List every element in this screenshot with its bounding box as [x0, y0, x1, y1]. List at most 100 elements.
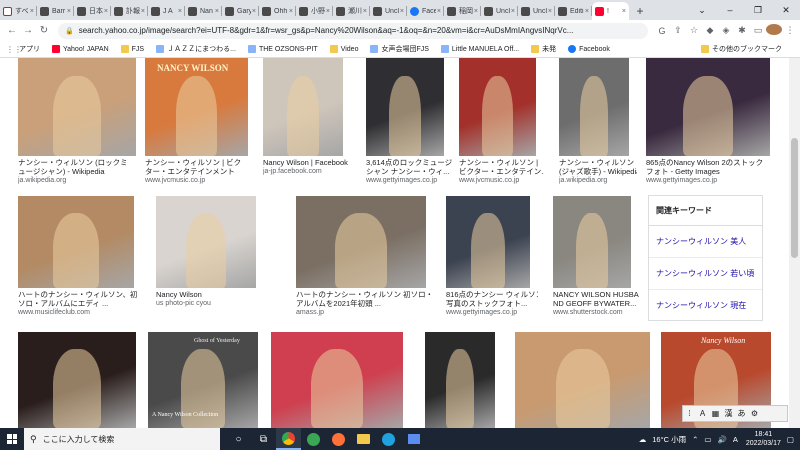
result-thumbnail[interactable]: [446, 196, 530, 288]
image-result-card[interactable]: 865点のNancy Wilson 2のストック フォト - Getty Imag…: [646, 58, 780, 186]
image-result-card[interactable]: ハートのナンシー・ウィルソン 初ソロ・ アルバムを2021年初頭 ... amass…: [296, 196, 436, 318]
tab-close-icon[interactable]: ×: [67, 8, 71, 15]
back-arrow-icon[interactable]: ←: [4, 25, 20, 36]
browser-tab[interactable]: Editi ×: [555, 2, 592, 20]
tab-close-icon[interactable]: ×: [326, 8, 330, 15]
browser-tab[interactable]: Barr ×: [37, 2, 74, 20]
browser-tab[interactable]: 小野 ×: [296, 2, 333, 20]
ime-kana-button[interactable]: あ: [735, 408, 748, 419]
tab-close-icon[interactable]: ×: [548, 8, 552, 15]
result-source[interactable]: www.gettyimages.co.jp: [366, 176, 452, 185]
file-explorer-icon[interactable]: [351, 428, 376, 450]
image-result-card[interactable]: [515, 332, 660, 428]
ime-mode-button[interactable]: A: [696, 409, 709, 418]
result-thumbnail[interactable]: [18, 58, 136, 156]
image-result-card[interactable]: 816点のナンシー ウィルソン 写真のストックフォト... www.gettyima…: [446, 196, 540, 318]
bookmark-item[interactable]: Little MANUELA Off...: [440, 45, 519, 53]
result-source[interactable]: us photo-pic cyou: [156, 299, 264, 308]
tab-close-icon[interactable]: ×: [474, 8, 478, 15]
sidepanel-icon[interactable]: ▭: [750, 25, 766, 36]
tab-close-icon[interactable]: ×: [511, 8, 515, 15]
tab-close-icon[interactable]: ×: [215, 8, 219, 15]
bookmark-item[interactable]: 女声会場団FJS: [370, 44, 429, 54]
task-view-icon[interactable]: ⧉: [251, 428, 276, 450]
weather-cloud-icon[interactable]: ☁: [639, 435, 647, 444]
result-source[interactable]: ja.wikipedia.org: [559, 176, 637, 185]
weather-text[interactable]: 16°C 小雨: [652, 434, 686, 445]
chrome-icon[interactable]: [276, 428, 301, 450]
browser-tab[interactable]: ! ×: [592, 2, 629, 20]
image-result-card[interactable]: ナンシー・ウィルソン | ビク ター・エンタテインメント www.jvcmusic.…: [145, 58, 258, 186]
tab-close-icon[interactable]: ×: [289, 8, 293, 15]
tab-close-icon[interactable]: ×: [363, 8, 367, 15]
taskbar-search-box[interactable]: ⚲ ここに入力して検索: [24, 428, 220, 450]
ime-pad-icon[interactable]: ▦: [709, 409, 722, 418]
related-keyword-link[interactable]: ナンシーウィルソン 若い頃: [649, 258, 762, 290]
browser-tab[interactable]: 瀬川 ×: [333, 2, 370, 20]
result-thumbnail[interactable]: [559, 58, 629, 156]
notifications-icon[interactable]: ▢: [787, 435, 794, 444]
browser-tab[interactable]: 日本 ×: [74, 2, 111, 20]
bookmark-item[interactable]: FJS: [120, 45, 144, 53]
result-thumbnail[interactable]: [18, 332, 136, 428]
image-result-card[interactable]: ハートのナンシー・ウィルソン、初 ソロ・アルバムにエディ ... www.music…: [18, 196, 144, 318]
ime-indicator[interactable]: A: [733, 435, 738, 444]
bookmark-star-icon[interactable]: ☆: [686, 25, 702, 36]
image-result-card[interactable]: Ghost of Yesterday A Nancy Wilson Collect…: [148, 332, 268, 428]
bookmark-item[interactable]: Facebook: [568, 45, 610, 53]
tab-close-icon[interactable]: ×: [622, 8, 626, 15]
bookmark-item[interactable]: ＪＡＺＺにまつわる...: [156, 44, 236, 54]
reload-icon[interactable]: ↻: [36, 25, 52, 36]
result-source[interactable]: www.jvcmusic.co.jp: [459, 176, 544, 185]
result-source[interactable]: ja.wikipedia.org: [18, 176, 144, 185]
image-result-card[interactable]: [271, 332, 413, 428]
new-tab-button[interactable]: +: [629, 2, 651, 20]
address-bar[interactable]: 🔒 search.yahoo.co.jp/image/search?ei=UTF…: [58, 22, 648, 39]
result-thumbnail[interactable]: [425, 332, 495, 428]
edge-legacy-icon[interactable]: [301, 428, 326, 450]
tab-close-icon[interactable]: ×: [585, 8, 589, 15]
result-thumbnail[interactable]: [459, 58, 536, 156]
browser-tab[interactable]: Nan ×: [185, 2, 222, 20]
result-thumbnail[interactable]: [366, 58, 444, 156]
cortana-icon[interactable]: ○: [226, 428, 251, 450]
browser-tab[interactable]: Ohh ×: [259, 2, 296, 20]
browser-tab[interactable]: Gary ×: [222, 2, 259, 20]
result-thumbnail[interactable]: [263, 58, 343, 156]
forward-arrow-icon[interactable]: →: [20, 25, 36, 36]
result-thumbnail[interactable]: [646, 58, 770, 156]
result-thumbnail[interactable]: [553, 196, 631, 288]
image-result-card[interactable]: Nancy Wilson us photo-pic cyou: [156, 196, 266, 318]
bookmark-item[interactable]: ⋮⋮ アプリ: [6, 44, 40, 54]
bookmark-item[interactable]: Yahoo! JAPAN: [52, 45, 109, 53]
ime-kanji-button[interactable]: 漢: [722, 408, 735, 419]
related-keyword-link[interactable]: ナンシーウィルソン 美人: [649, 226, 762, 258]
tab-close-icon[interactable]: ×: [437, 8, 441, 15]
result-source[interactable]: www.shutterstock.com: [553, 308, 639, 317]
other-bookmarks[interactable]: その他のブックマーク: [701, 44, 782, 54]
ime-handle-icon[interactable]: ⁞: [683, 409, 696, 418]
profile-avatar[interactable]: [766, 24, 782, 37]
result-thumbnail[interactable]: [156, 196, 256, 288]
bookmark-item[interactable]: 未発: [531, 44, 556, 54]
translate-icon[interactable]: G: [654, 26, 670, 36]
tab-close-icon[interactable]: ×: [178, 8, 182, 15]
tab-close-icon[interactable]: ×: [252, 8, 256, 15]
volume-icon[interactable]: 🔊: [718, 435, 727, 444]
result-source[interactable]: www.musiclifeclub.com: [18, 308, 142, 317]
browser-tab[interactable]: すべ ×: [0, 2, 37, 20]
taskbar-clock[interactable]: 18:41 2022/03/17: [746, 430, 781, 448]
browser-tab[interactable]: 訃報 ×: [111, 2, 148, 20]
bookmark-item[interactable]: THE OZSONS-PIT: [247, 45, 318, 53]
browser-tab[interactable]: Uncl ×: [370, 2, 407, 20]
share-icon[interactable]: ⇪: [670, 25, 686, 36]
browser-tab[interactable]: 稲岡 ×: [444, 2, 481, 20]
close-icon[interactable]: ✕: [772, 5, 800, 16]
bookmark-item[interactable]: Video: [329, 45, 358, 53]
result-source[interactable]: www.gettyimages.co.jp: [646, 176, 778, 185]
maximize-icon[interactable]: ❐: [744, 5, 772, 16]
image-result-card[interactable]: ナンシー・ウィルソン (ロックミ ュージシャン) - Wikipedia ja.wi…: [18, 58, 146, 186]
tab-close-icon[interactable]: ×: [30, 8, 34, 15]
tab-close-icon[interactable]: ×: [141, 8, 145, 15]
browser-tab[interactable]: Uncl ×: [481, 2, 518, 20]
